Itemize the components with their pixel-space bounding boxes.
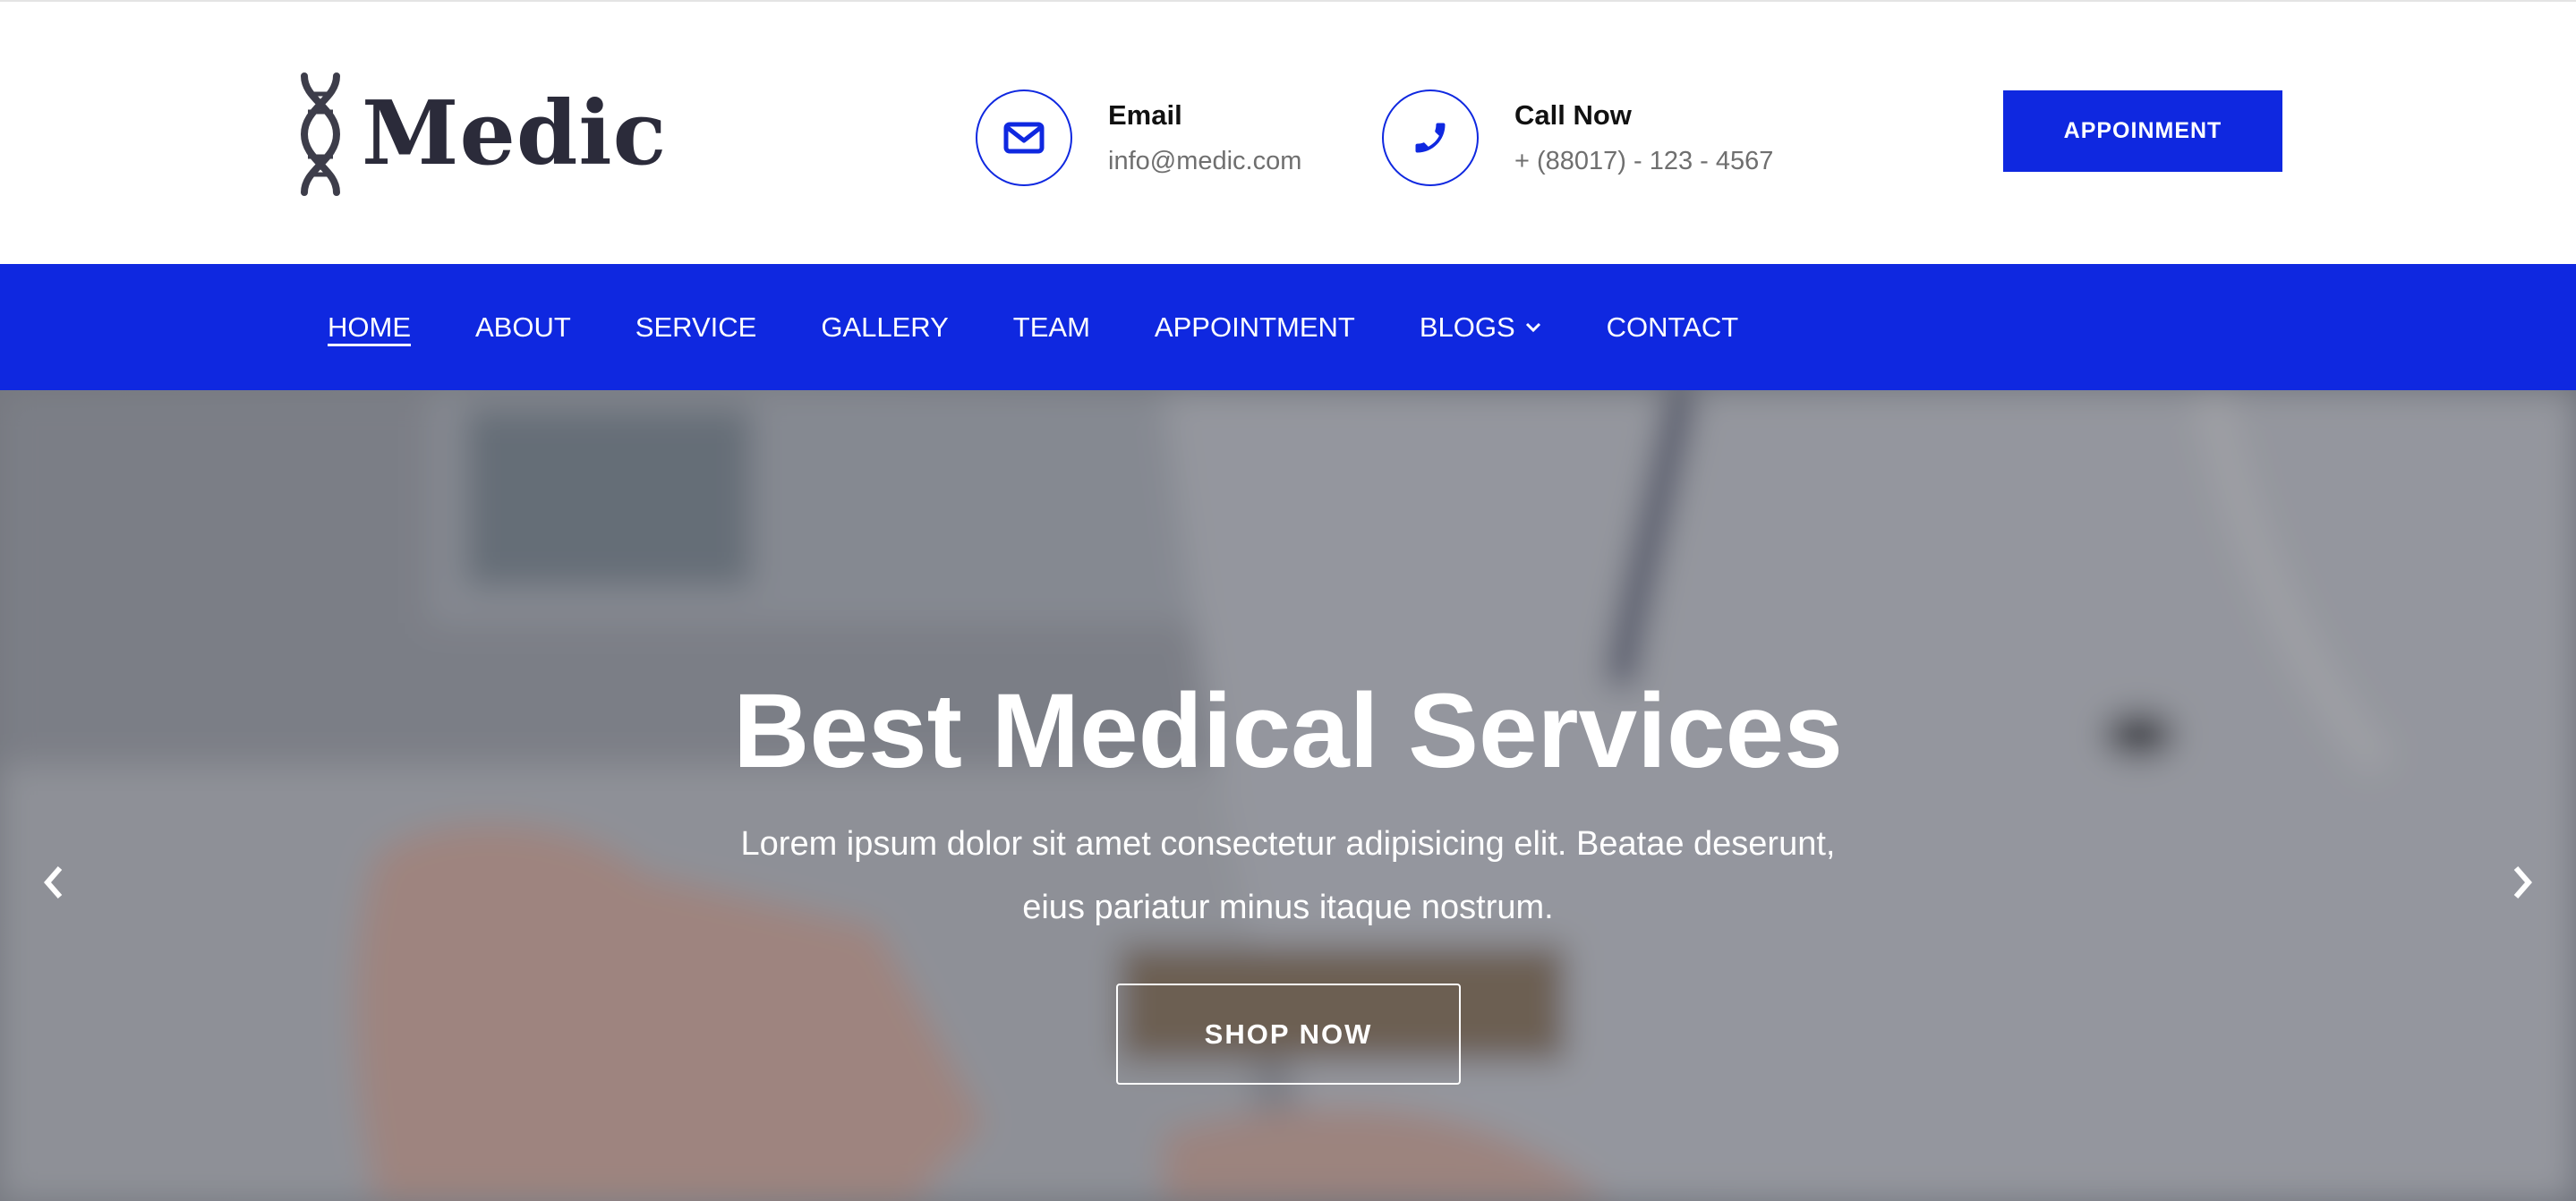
envelope-icon — [976, 89, 1072, 186]
slider-prev-button[interactable] — [36, 856, 72, 909]
chevron-left-icon — [44, 866, 63, 899]
main-nav: HOME ABOUT SERVICE GALLERY TEAM APPOINTM… — [0, 264, 2576, 390]
nav-item-about[interactable]: ABOUT — [475, 313, 571, 341]
hero-title: Best Medical Services — [733, 672, 1843, 790]
nav-item-team[interactable]: TEAM — [1013, 313, 1090, 341]
email-title: Email — [1108, 99, 1182, 131]
appointment-button[interactable]: APPOINMENT — [2003, 90, 2282, 172]
email-value[interactable]: info@medic.com — [1108, 149, 1301, 175]
phone-contact: Call Now + (88017) - 123 - 4567 — [1382, 89, 1773, 186]
logo[interactable]: Medic — [295, 72, 667, 197]
hero-subtitle-line-2: eius pariatur minus itaque nostrum. — [1022, 889, 1554, 926]
email-contact: Email info@medic.com — [976, 89, 1301, 186]
phone-value[interactable]: + (88017) - 123 - 4567 — [1514, 149, 1773, 175]
nav-item-blogs-label: BLOGS — [1419, 311, 1515, 343]
shop-now-button[interactable]: SHOP NOW — [1116, 984, 1461, 1085]
nav-item-appointment[interactable]: APPOINTMENT — [1155, 313, 1355, 341]
hero-slider: Best Medical Services Lorem ipsum dolor … — [0, 390, 2576, 1201]
hero-subtitle-line-1: Lorem ipsum dolor sit amet consectetur a… — [740, 825, 1836, 863]
nav-item-home[interactable]: HOME — [328, 313, 411, 341]
phone-icon — [1382, 89, 1479, 186]
brand-name: Medic — [362, 82, 668, 185]
chevron-down-icon — [1525, 322, 1540, 332]
nav-item-contact[interactable]: CONTACT — [1607, 313, 1739, 341]
hero-subtitle: Lorem ipsum dolor sit amet consectetur a… — [706, 813, 1870, 940]
chevron-right-icon — [2513, 866, 2532, 899]
nav-item-gallery[interactable]: GALLERY — [821, 313, 948, 341]
slider-next-button[interactable] — [2504, 856, 2540, 909]
nav-item-blogs[interactable]: BLOGS — [1420, 313, 1542, 341]
call-title: Call Now — [1514, 99, 1632, 131]
nav-item-service[interactable]: SERVICE — [635, 313, 757, 341]
site-header: Medic Email info@medic.com Call Now + (8… — [0, 0, 2576, 264]
dna-icon — [300, 72, 341, 196]
